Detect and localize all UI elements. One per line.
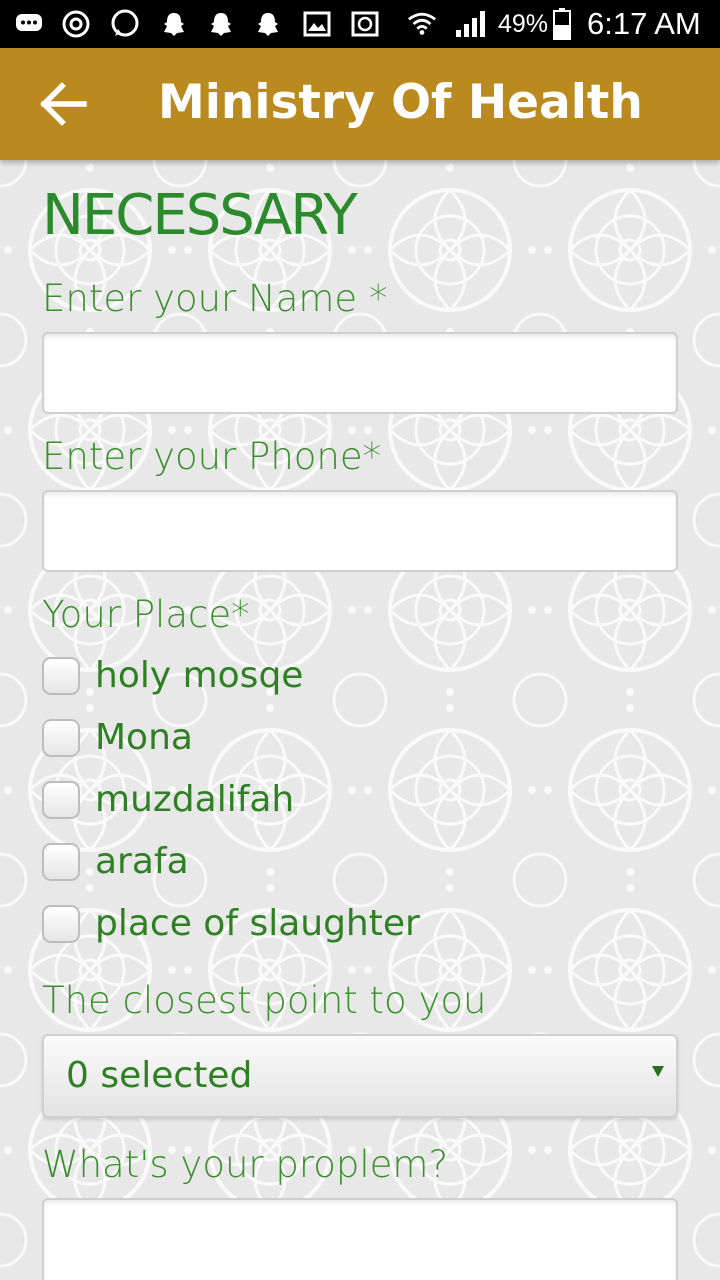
status-bar: 49% 6:17 AM: [0, 0, 720, 48]
name-input[interactable]: [42, 332, 678, 414]
section-title: NECESSARY: [42, 183, 358, 248]
place-checkbox-arafa[interactable]: arafa: [42, 838, 189, 886]
phone-input[interactable]: [42, 490, 678, 572]
checkbox-label: muzdalifah: [95, 779, 295, 820]
checkbox[interactable]: [42, 843, 80, 881]
problem-textarea[interactable]: [42, 1198, 678, 1280]
place-checkbox-mona[interactable]: Mona: [42, 714, 193, 762]
name-label: Enter your Name *: [42, 277, 388, 320]
snapchat-icon: [253, 9, 283, 39]
whatsapp-icon: [110, 9, 140, 39]
checkbox[interactable]: [42, 781, 80, 819]
app-bar: Ministry Of Health: [0, 48, 720, 160]
checkbox[interactable]: [42, 719, 80, 757]
messenger-icon: [14, 9, 44, 39]
page-title: Ministry Of Health: [158, 75, 643, 130]
problem-label: What's your proplem?: [42, 1143, 449, 1186]
dropdown-arrow-icon: [652, 1066, 664, 1077]
place-label: Your Place*: [42, 593, 250, 636]
battery-icon: [551, 8, 573, 40]
battery-percent: 49%: [498, 10, 549, 38]
closest-point-select[interactable]: 0 selected: [42, 1034, 678, 1118]
place-checkbox-holy-mosqe[interactable]: holy mosqe: [42, 652, 303, 700]
gallery-icon: [302, 9, 332, 39]
closest-point-label: The closest point to you: [42, 979, 487, 1022]
checkbox-label: arafa: [95, 841, 189, 882]
checkbox-label: place of slaughter: [95, 903, 420, 944]
select-value: 0 selected: [66, 1055, 253, 1096]
back-button[interactable]: [30, 74, 96, 134]
wifi-icon: [407, 9, 437, 39]
money-icon: [350, 9, 380, 39]
form-content: NECESSARY Enter your Name * Enter your P…: [0, 160, 720, 1280]
snapchat-icon: [159, 9, 189, 39]
checkbox-label: Mona: [95, 717, 193, 758]
sync-icon: [61, 9, 91, 39]
arrow-left-icon: [40, 82, 87, 126]
checkbox[interactable]: [42, 657, 80, 695]
place-checkbox-muzdalifah[interactable]: muzdalifah: [42, 776, 294, 824]
checkbox[interactable]: [42, 905, 80, 943]
snapchat-icon: [206, 9, 236, 39]
place-checkbox-place-of-slaughter[interactable]: place of slaughter: [42, 900, 420, 948]
clock: 6:17 AM: [587, 6, 701, 41]
signal-icon: [454, 9, 490, 39]
checkbox-label: holy mosqe: [95, 655, 304, 696]
phone-label: Enter your Phone*: [42, 435, 382, 478]
